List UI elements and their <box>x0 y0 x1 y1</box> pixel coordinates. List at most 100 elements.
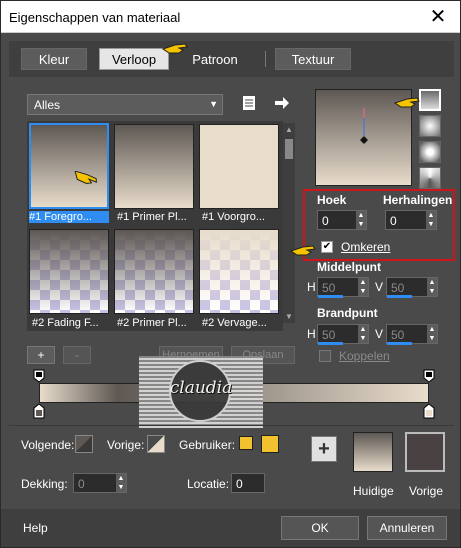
tab-verloop[interactable]: Verloop <box>99 48 169 70</box>
herhalingen-stepper[interactable]: 0 ▲ ▼ <box>385 210 437 230</box>
slider-fill <box>318 295 343 298</box>
stepper-up-icon[interactable]: ▲ <box>427 325 437 334</box>
stepper-down-icon[interactable]: ▼ <box>427 334 437 343</box>
gradient-swatch[interactable] <box>29 229 109 314</box>
gradient-swatch-label: #2 Vervage... <box>202 317 267 329</box>
stepper-up-icon[interactable]: ▲ <box>358 325 368 334</box>
koppelen-checkbox[interactable] <box>319 350 331 362</box>
dekking-stepper[interactable]: 0 ▲ ▼ <box>73 473 127 493</box>
brandpunt-v-stepper[interactable]: 50 ▲ ▼ <box>386 324 438 344</box>
gradient-swatch[interactable] <box>199 229 279 314</box>
slider-fill <box>387 295 412 298</box>
v-label: V <box>375 327 384 341</box>
omkeren-checkbox[interactable]: ✔ <box>321 241 333 253</box>
middelpunt-v-stepper[interactable]: 50 ▲ ▼ <box>386 277 438 297</box>
stepper-down-icon[interactable]: ▼ <box>426 220 436 229</box>
gradient-swatch-label: #1 Primer Pl... <box>117 211 187 223</box>
brandpunt-h-stepper[interactable]: 50 ▲ ▼ <box>317 324 369 344</box>
slider-fill <box>387 342 412 345</box>
help-link[interactable]: Help <box>23 521 48 535</box>
stepper-up-icon[interactable]: ▲ <box>426 211 436 220</box>
add-to-swatches-button[interactable]: + <box>311 436 337 462</box>
gradient-swatch[interactable] <box>199 124 279 209</box>
scrollbar-thumb[interactable] <box>285 139 293 159</box>
omkeren-label: Omkeren <box>341 240 391 254</box>
slider-fill <box>318 342 343 345</box>
locatie-input[interactable]: 0 <box>231 473 265 493</box>
top-marker-icon[interactable] <box>33 369 45 383</box>
h-label: H <box>307 280 316 294</box>
top-marker-icon[interactable] <box>423 369 435 383</box>
user-swatch[interactable] <box>261 435 279 453</box>
locatie-label: Locatie: <box>187 477 230 491</box>
pointer-hand-icon <box>161 43 188 54</box>
watermark-text: claudia <box>169 378 233 398</box>
volgende-label: Volgende: <box>21 438 75 452</box>
stepper-up-icon[interactable]: ▲ <box>358 278 368 287</box>
chevron-down-icon: ▼ <box>209 99 218 109</box>
ok-button[interactable]: OK <box>281 516 359 540</box>
koppelen-label: Koppelen <box>339 349 390 363</box>
gradient-swatch-label: #2 Fading F... <box>32 317 99 329</box>
rectangular-style-button[interactable] <box>419 115 441 137</box>
vorige-swatch-label: Vorige <box>409 484 444 498</box>
vorige-label: Vorige: <box>107 438 145 452</box>
h-label: H <box>307 327 316 341</box>
previous-swatch[interactable] <box>405 432 445 472</box>
stepper-down-icon[interactable]: ▼ <box>356 220 366 229</box>
gradient-swatch[interactable] <box>114 124 194 209</box>
close-icon[interactable]: ✕ <box>426 5 450 29</box>
filter-value: Alles <box>34 98 61 112</box>
gallery-scrollbar[interactable]: ▲ ▼ <box>283 123 295 323</box>
gebruiker-label: Gebruiker: <box>179 438 236 452</box>
add-gradient-button[interactable]: + <box>27 346 55 364</box>
current-swatch[interactable] <box>353 432 393 472</box>
middelpunt-label: Middelpunt <box>317 260 381 274</box>
sunburst-style-button[interactable] <box>419 167 441 189</box>
hoek-stepper[interactable]: 0 ▲ ▼ <box>317 210 367 230</box>
color-stop-icon[interactable] <box>33 403 45 419</box>
watermark-logo: claudia <box>139 356 263 428</box>
user-swatch-small[interactable] <box>239 436 253 450</box>
list-view-icon[interactable] <box>241 95 257 111</box>
cancel-button[interactable]: Annuleren <box>367 516 447 540</box>
gradient-swatch[interactable] <box>114 229 194 314</box>
scroll-up-icon[interactable]: ▲ <box>285 125 293 134</box>
tab-textuur[interactable]: Textuur <box>275 48 351 70</box>
stepper-up-icon[interactable]: ▲ <box>427 278 437 287</box>
tab-kleur[interactable]: Kleur <box>21 48 87 70</box>
gradient-swatch-label: #2 Primer Pl... <box>117 317 187 329</box>
dekking-label: Dekking: <box>21 477 68 491</box>
stepper-down-icon[interactable]: ▼ <box>427 287 437 296</box>
pointer-hand-icon <box>74 171 97 184</box>
stepper-down-icon[interactable]: ▼ <box>358 287 368 296</box>
window-title: Eigenschappen van materiaal <box>9 10 181 25</box>
title-bar: Eigenschappen van materiaal ✕ <box>1 1 460 33</box>
arrow-right-icon[interactable] <box>274 96 290 110</box>
next-swatch[interactable] <box>75 435 93 453</box>
direction-handle-icon[interactable] <box>354 108 374 148</box>
color-stop-icon[interactable] <box>423 403 435 419</box>
remove-gradient-button[interactable]: - <box>63 346 91 364</box>
radial-style-button[interactable] <box>419 141 441 163</box>
v-label: V <box>375 280 384 294</box>
stepper-up-icon[interactable]: ▲ <box>356 211 366 220</box>
tab-divider <box>265 51 266 67</box>
middelpunt-h-stepper[interactable]: 50 ▲ ▼ <box>317 277 369 297</box>
hoek-label: Hoek <box>317 193 347 207</box>
scroll-down-icon[interactable]: ▼ <box>285 312 293 321</box>
huidige-label: Huidige <box>353 484 394 498</box>
divider <box>9 425 454 426</box>
stepper-down-icon[interactable]: ▼ <box>358 334 368 343</box>
linear-style-button[interactable] <box>419 89 441 111</box>
pointer-hand-icon <box>393 97 420 108</box>
materials-dialog: Eigenschappen van materiaal ✕ Kleur Verl… <box>0 0 461 548</box>
stepper-up-icon[interactable]: ▲ <box>116 474 126 483</box>
previous-gradient-swatch[interactable] <box>147 435 165 453</box>
gradient-swatch-label: #1 Foregro... <box>29 211 109 223</box>
gradient-swatch[interactable] <box>29 123 109 209</box>
gradient-swatch-label: #1 Voorgro... <box>202 211 265 223</box>
gallery-filter-dropdown[interactable]: Alles ▼ <box>27 94 223 115</box>
stepper-down-icon[interactable]: ▼ <box>116 483 126 492</box>
brandpunt-label: Brandpunt <box>317 306 378 320</box>
